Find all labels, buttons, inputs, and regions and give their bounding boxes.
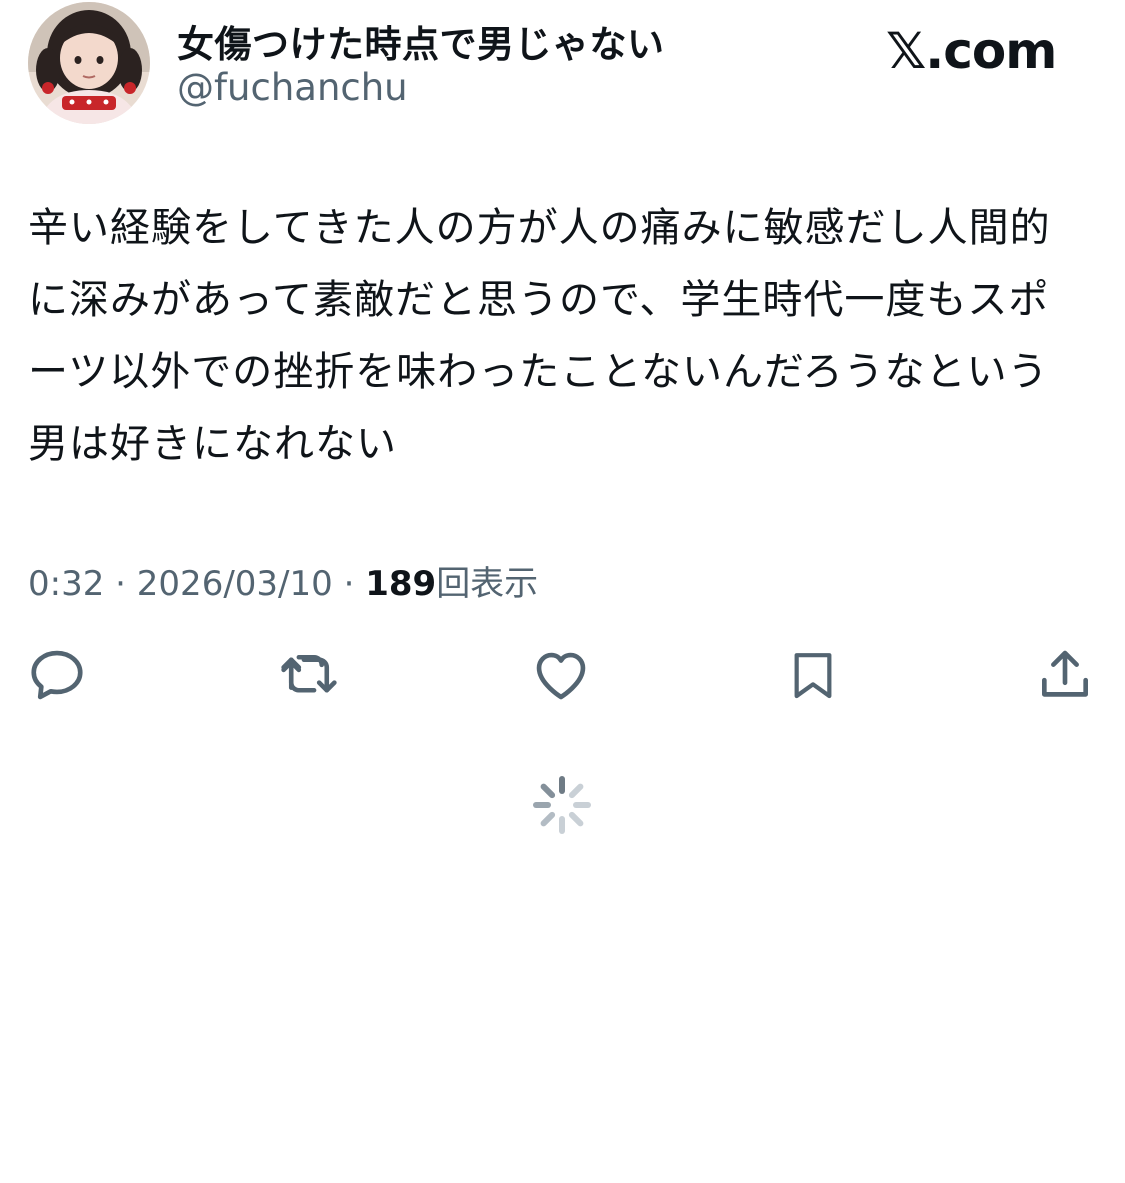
views-label: 回表示 — [436, 564, 539, 604]
bookmark-button[interactable] — [778, 640, 848, 710]
bookmark-icon — [794, 653, 832, 699]
tweet-time[interactable]: 0:32 — [28, 564, 104, 604]
heart-icon — [536, 652, 586, 700]
tweet-meta: 0:32 · 2026/03/10 · 189回表示 — [28, 556, 538, 605]
author-display-name[interactable]: 女傷つけた時点で男じゃない — [177, 14, 665, 68]
retweet-button[interactable] — [274, 640, 344, 710]
tweet-actions — [0, 640, 1125, 710]
meta-separator: · — [343, 564, 355, 604]
reply-icon — [31, 650, 83, 700]
tweet-date[interactable]: 2026/03/10 — [137, 564, 333, 604]
like-button[interactable] — [526, 640, 596, 710]
x-logo: 𝕏.com — [886, 22, 1057, 80]
tweet-text: 辛い経験をしてきた人の方が人の痛みに敏感だし人間的に深みがあって素敵だと思うので… — [28, 205, 1051, 467]
author-handle[interactable]: @fuchanchu — [177, 66, 408, 109]
retweet-icon — [281, 654, 337, 693]
user-avatar-photo-icon — [28, 2, 150, 124]
share-button[interactable] — [1030, 640, 1100, 710]
loading-spinner-icon — [533, 776, 591, 834]
loading-spinner — [530, 773, 594, 837]
share-icon — [1042, 650, 1088, 697]
views-count: 189 — [365, 564, 437, 604]
avatar[interactable] — [28, 2, 150, 124]
meta-separator: · — [115, 564, 126, 604]
reply-button[interactable] — [22, 640, 92, 710]
